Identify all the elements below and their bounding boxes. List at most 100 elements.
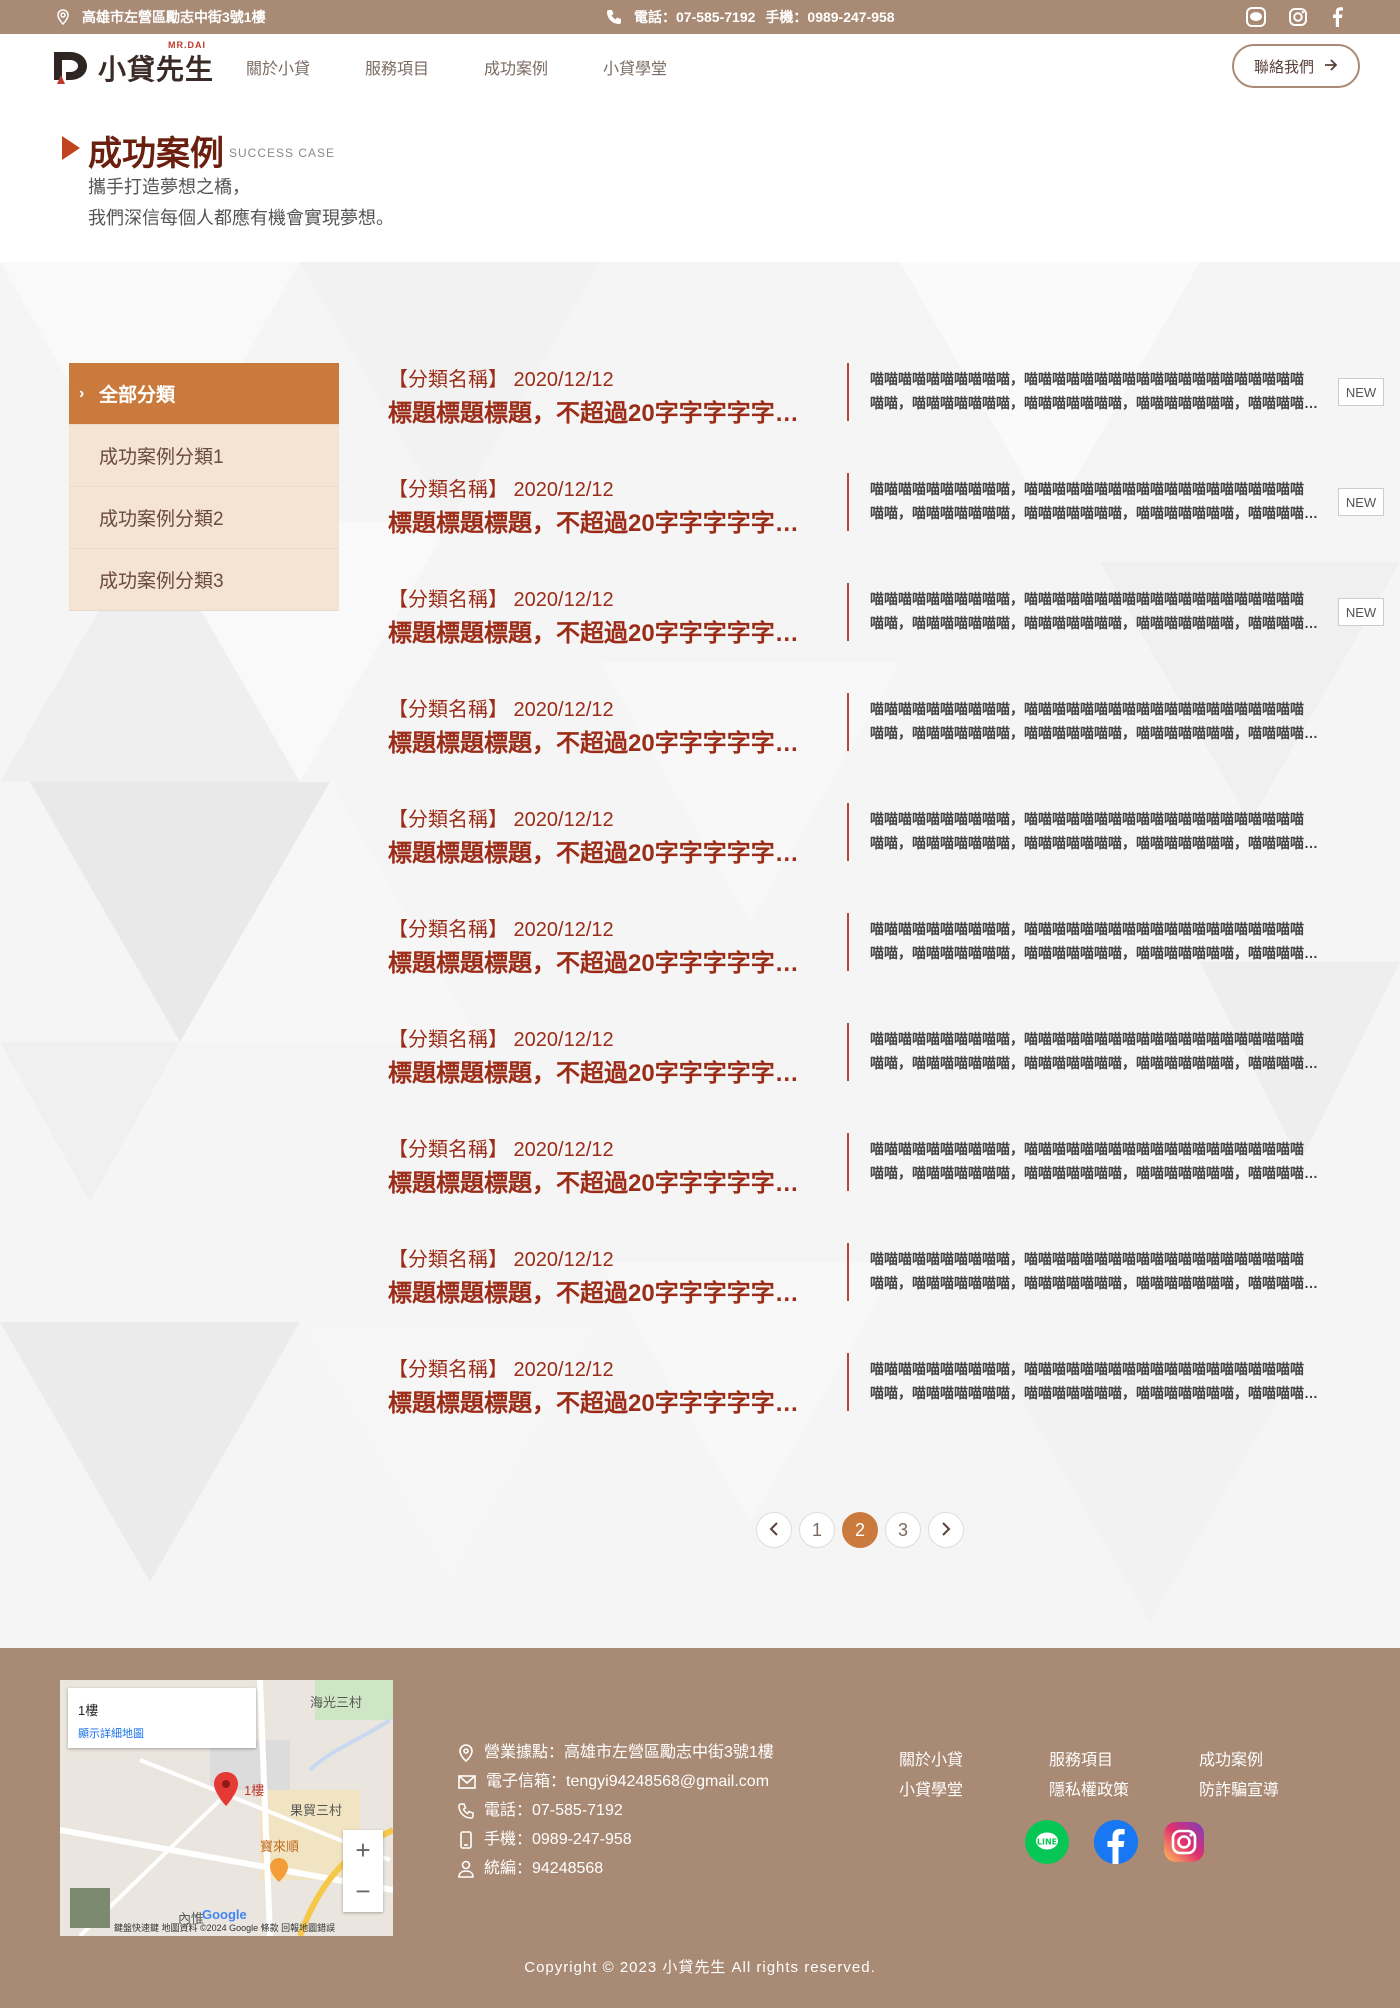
case-meta: 【分類名稱】 2020/12/12 — [388, 699, 614, 721]
case-item[interactable]: 【分類名稱】 2020/12/12 標題標題標題，不超過20字字字字字字字字 喵… — [388, 693, 1388, 803]
sidebar-item-label: 全部分類 — [99, 385, 176, 406]
google-map[interactable]: 1樓 顯示詳細地圖 海光三村 果貿三村 寶來順 1樓 內惟 + − Google… — [60, 1680, 393, 1936]
new-badge: NEW — [1338, 378, 1384, 406]
case-title[interactable]: 標題標題標題，不超過20字字字字字字字字 — [388, 393, 820, 428]
case-description: 喵喵喵喵喵喵喵喵喵喵，喵喵喵喵喵喵喵喵喵喵喵喵喵喵喵喵喵喵喵喵 喵喵，喵喵喵喵喵喵… — [870, 587, 1320, 635]
page-3-button[interactable]: 3 — [885, 1512, 921, 1548]
case-title[interactable]: 標題標題標題，不超過20字字字字字字字字 — [388, 1383, 820, 1418]
category-sidebar: › 全部分類 成功案例分類1 成功案例分類2 成功案例分類3 — [69, 363, 339, 611]
sidebar-item-all[interactable]: › 全部分類 — [69, 363, 339, 425]
phone-icon — [458, 1802, 474, 1819]
case-item[interactable]: 【分類名稱】 2020/12/12 標題標題標題，不超過20字字字字字字字字 喵… — [388, 1353, 1388, 1463]
desc-line: 喵喵，喵喵喵喵喵喵喵，喵喵喵喵喵喵喵，喵喵喵喵喵喵喵，喵喵喵喵喵喵 — [870, 1385, 1320, 1401]
footer-link-privacy[interactable]: 隱私權政策 — [1049, 1776, 1199, 1800]
footer-link-services[interactable]: 服務項目 — [1049, 1746, 1199, 1770]
new-badge: NEW — [1338, 598, 1384, 626]
nav-about[interactable]: 關於小貸 — [246, 55, 310, 79]
case-description: 喵喵喵喵喵喵喵喵喵喵，喵喵喵喵喵喵喵喵喵喵喵喵喵喵喵喵喵喵喵喵 喵喵，喵喵喵喵喵喵… — [870, 1357, 1320, 1405]
zoom-in-button[interactable]: + — [343, 1830, 383, 1871]
page-2-button[interactable]: 2 — [842, 1512, 878, 1548]
contact-button-label: 聯絡我們 — [1253, 58, 1314, 76]
desc-line: 喵喵，喵喵喵喵喵喵喵，喵喵喵喵喵喵喵，喵喵喵喵喵喵喵，喵喵喵喵喵喵 — [870, 1055, 1320, 1071]
footer-phone[interactable]: 電話：07-585-7192 — [484, 1796, 623, 1825]
topbar-address: 高雄市左營區勵志中街3號1樓 — [56, 0, 266, 34]
desc-line: 喵喵喵喵喵喵喵喵喵喵，喵喵喵喵喵喵喵喵喵喵喵喵喵喵喵喵喵喵喵喵 — [870, 921, 1304, 937]
desc-line: 喵喵喵喵喵喵喵喵喵喵，喵喵喵喵喵喵喵喵喵喵喵喵喵喵喵喵喵喵喵喵 — [870, 1251, 1304, 1267]
topbar-phones: 電話：07-585-7192 手機：0989-247-958 — [606, 0, 895, 34]
footer-link-anti-fraud[interactable]: 防詐騙宣導 — [1199, 1776, 1349, 1800]
page-1-button[interactable]: 1 — [799, 1512, 835, 1548]
case-title[interactable]: 標題標題標題，不超過20字字字字字字字字 — [388, 1163, 820, 1198]
next-page-button[interactable] — [928, 1512, 964, 1548]
divider — [847, 363, 849, 421]
nav-academy[interactable]: 小貸學堂 — [603, 55, 667, 79]
case-item[interactable]: 【分類名稱】 2020/12/12 標題標題標題，不超過20字字字字字字字字 喵… — [388, 473, 1388, 583]
case-item[interactable]: 【分類名稱】 2020/12/12 標題標題標題，不超過20字字字字字字字字 喵… — [388, 913, 1388, 1023]
prev-page-button[interactable] — [756, 1512, 792, 1548]
footer-info-row: 電話：07-585-7192 — [458, 1796, 774, 1825]
map-place-name: 1樓 — [78, 1703, 99, 1718]
map-label: 果貿三村 — [290, 1803, 343, 1818]
phone-icon — [606, 9, 622, 25]
new-badge: NEW — [1338, 488, 1384, 516]
footer-mobile[interactable]: 手機：0989-247-958 — [484, 1825, 632, 1854]
case-title[interactable]: 標題標題標題，不超過20字字字字字字字字 — [388, 833, 820, 868]
sidebar-item-category-2[interactable]: 成功案例分類2 — [69, 487, 339, 549]
sidebar-item-label: 成功案例分類3 — [99, 571, 224, 592]
case-meta: 【分類名稱】 2020/12/12 — [388, 369, 614, 391]
sidebar-item-category-3[interactable]: 成功案例分類3 — [69, 549, 339, 611]
case-item[interactable]: 【分類名稱】 2020/12/12 標題標題標題，不超過20字字字字字字字字 喵… — [388, 1133, 1388, 1243]
case-item[interactable]: 【分類名稱】 2020/12/12 標題標題標題，不超過20字字字字字字字字 喵… — [388, 1023, 1388, 1133]
case-description: 喵喵喵喵喵喵喵喵喵喵，喵喵喵喵喵喵喵喵喵喵喵喵喵喵喵喵喵喵喵喵 喵喵，喵喵喵喵喵喵… — [870, 697, 1320, 745]
divider — [847, 1133, 849, 1191]
map-label: 海光三村 — [310, 1695, 363, 1710]
map-pin-icon — [214, 1772, 238, 1811]
location-icon — [458, 1743, 474, 1762]
nav-cases[interactable]: 成功案例 — [484, 55, 548, 79]
divider — [847, 473, 849, 531]
zoom-out-button[interactable]: − — [343, 1871, 383, 1912]
footer-info-row: 電子信箱：tengyi94248568@gmail.com — [458, 1767, 774, 1796]
case-meta: 【分類名稱】 2020/12/12 — [388, 919, 614, 941]
desc-line: 喵喵，喵喵喵喵喵喵喵，喵喵喵喵喵喵喵，喵喵喵喵喵喵喵，喵喵喵喵喵喵 — [870, 725, 1320, 741]
facebook-icon[interactable] — [1330, 7, 1344, 27]
footer-link-about[interactable]: 關於小貸 — [899, 1746, 1049, 1770]
instagram-icon[interactable] — [1288, 7, 1308, 27]
nav-services[interactable]: 服務項目 — [365, 55, 429, 79]
mobile-text[interactable]: 手機：0989-247-958 — [765, 7, 894, 27]
map-detail-link[interactable]: 顯示詳細地圖 — [78, 1725, 246, 1741]
site-logo[interactable]: 小貸先生 MR.DAI — [52, 40, 214, 88]
topbar-socials — [1246, 0, 1344, 34]
case-item[interactable]: 【分類名稱】 2020/12/12 標題標題標題，不超過20字字字字字字字字 喵… — [388, 803, 1388, 913]
divider — [847, 693, 849, 751]
footer-instagram-icon[interactable] — [1162, 1820, 1206, 1864]
sidebar-item-category-1[interactable]: 成功案例分類1 — [69, 425, 339, 487]
contact-button[interactable]: 聯絡我們 — [1232, 44, 1360, 88]
page-subtitle: SUCCESS CASE — [229, 146, 336, 160]
divider — [847, 1353, 849, 1411]
case-title[interactable]: 標題標題標題，不超過20字字字字字字字字 — [388, 1273, 820, 1308]
line-icon[interactable] — [1246, 7, 1266, 27]
footer-link-cases[interactable]: 成功案例 — [1199, 1746, 1349, 1770]
divider — [847, 803, 849, 861]
footer-facebook-icon[interactable] — [1094, 1820, 1138, 1864]
case-title[interactable]: 標題標題標題，不超過20字字字字字字字字 — [388, 723, 820, 758]
case-item[interactable]: 【分類名稱】 2020/12/12 標題標題標題，不超過20字字字字字字字字 喵… — [388, 1243, 1388, 1353]
case-description: 喵喵喵喵喵喵喵喵喵喵，喵喵喵喵喵喵喵喵喵喵喵喵喵喵喵喵喵喵喵喵 喵喵，喵喵喵喵喵喵… — [870, 917, 1320, 965]
footer-line-icon[interactable]: LINE — [1025, 1820, 1069, 1864]
case-item[interactable]: 【分類名稱】 2020/12/12 標題標題標題，不超過20字字字字字字字字 喵… — [388, 583, 1388, 693]
case-meta: 【分類名稱】 2020/12/12 — [388, 1139, 614, 1161]
case-title[interactable]: 標題標題標題，不超過20字字字字字字字字 — [388, 503, 820, 538]
case-item[interactable]: 【分類名稱】 2020/12/12 標題標題標題，不超過20字字字字字字字字 喵… — [388, 363, 1388, 473]
footer-info-row: 手機：0989-247-958 — [458, 1825, 774, 1854]
phone-text[interactable]: 電話：07-585-7192 — [634, 7, 755, 27]
chevron-right-icon — [941, 1520, 951, 1541]
case-title[interactable]: 標題標題標題，不超過20字字字字字字字字 — [388, 613, 820, 648]
user-icon — [458, 1860, 474, 1878]
footer-info-row: 統編：94248568 — [458, 1854, 774, 1883]
footer-link-academy[interactable]: 小貸學堂 — [899, 1776, 1049, 1800]
footer-email[interactable]: 電子信箱：tengyi94248568@gmail.com — [486, 1767, 769, 1796]
case-title[interactable]: 標題標題標題，不超過20字字字字字字字字 — [388, 943, 820, 978]
map-zoom-control: + − — [343, 1830, 383, 1912]
case-title[interactable]: 標題標題標題，不超過20字字字字字字字字 — [388, 1053, 820, 1088]
